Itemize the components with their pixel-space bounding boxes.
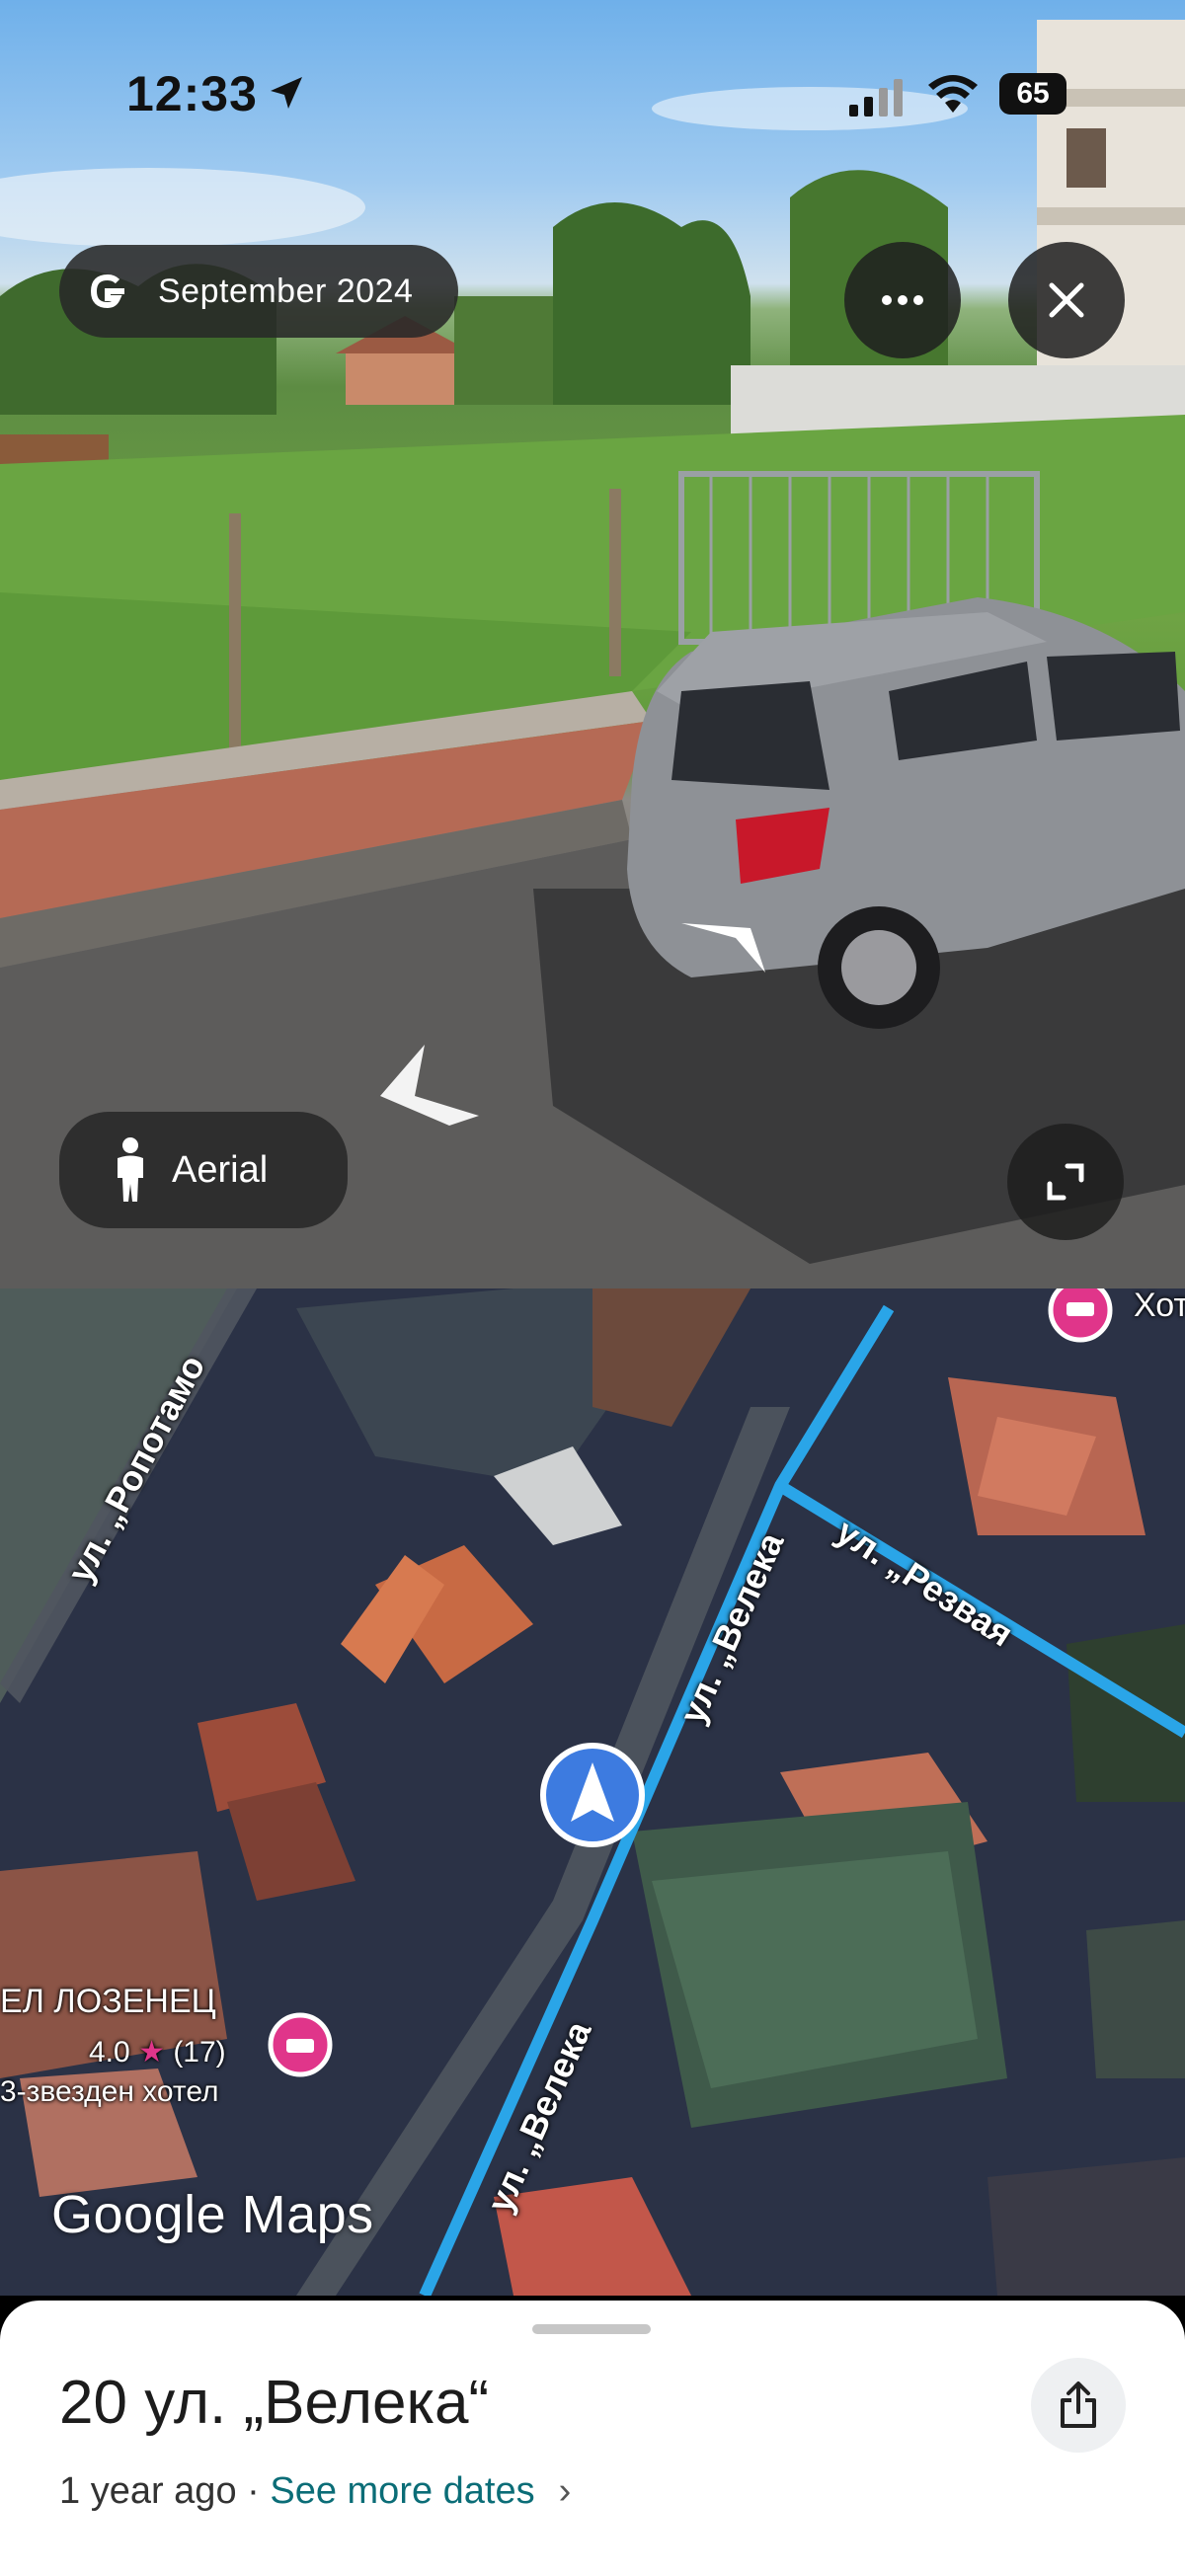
imagery-date-pill[interactable]: September 2024	[59, 245, 458, 338]
share-button[interactable]	[1031, 2358, 1126, 2453]
share-icon	[1061, 2381, 1096, 2428]
see-more-dates-link[interactable]: See more dates	[270, 2470, 534, 2512]
place-address: 20 ул. „Велека“	[59, 2369, 490, 2437]
wifi-icon	[928, 75, 978, 113]
hotel-pin-icon[interactable]	[265, 2011, 336, 2082]
imagery-age: 1 year ago	[59, 2470, 237, 2512]
cellular-signal-icon	[849, 79, 903, 117]
sheet-drag-handle[interactable]	[532, 2324, 651, 2334]
aerial-label: Aerial	[172, 1148, 269, 1191]
hotel-rating-count: (17)	[173, 2036, 226, 2069]
imagery-age-row: 1 year ago · See more dates ›	[59, 2470, 571, 2513]
satellite-imagery	[0, 1288, 1185, 2296]
hotel-category: 3-звезден хотел	[0, 2075, 219, 2108]
expand-button[interactable]	[1007, 1124, 1124, 1240]
street-view-image	[0, 20, 1185, 1288]
location-arrow-icon	[271, 77, 302, 109]
hotel-pin-icon[interactable]	[1045, 1288, 1116, 1352]
chevron-right-icon: ›	[558, 2470, 572, 2512]
battery-indicator: 65	[999, 73, 1066, 115]
google-g-icon	[90, 273, 124, 309]
street-view-panel[interactable]: 12:33 65 September 2024 Aerial	[0, 0, 1185, 1288]
more-horiz-icon	[882, 295, 923, 305]
place-sheet[interactable]: 20 ул. „Велека“ 1 year ago · See more da…	[0, 2301, 1185, 2576]
aerial-view-button[interactable]: Aerial	[59, 1112, 348, 1228]
google-maps-logo: Google Maps	[51, 2185, 374, 2244]
separator: ·	[236, 2470, 271, 2512]
close-icon	[1049, 282, 1084, 318]
star-icon: ★	[138, 2036, 165, 2069]
pegman-icon	[118, 1137, 143, 1202]
satellite-map[interactable]: ул. „Ропотамо ул. „Велека ул. „Резвая ул…	[0, 1288, 1185, 2296]
hotel-rating-row: 4.0 ★ (17)	[89, 2035, 226, 2069]
fullscreen-icon	[1047, 1163, 1084, 1201]
close-button[interactable]	[1008, 242, 1125, 358]
hotel-name-left: ЕЛ ЛОЗЕНЕЦ	[0, 1983, 216, 2020]
hotel-name-top: Хот	[1134, 1288, 1185, 1324]
hotel-rating: 4.0	[89, 2036, 130, 2069]
imagery-date: September 2024	[158, 272, 414, 310]
more-options-button[interactable]	[844, 242, 961, 358]
status-time: 12:33	[126, 66, 258, 121]
